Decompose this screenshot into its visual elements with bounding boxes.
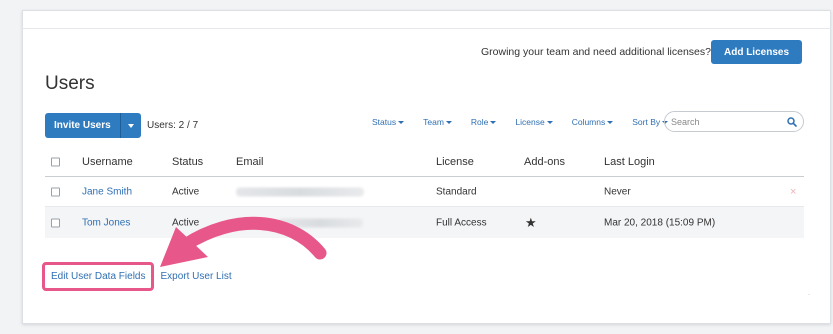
column-email: Email: [236, 156, 264, 168]
column-license: License: [436, 156, 474, 168]
table-row: Jane Smith Active Standard Never ×: [45, 177, 804, 207]
edit-user-data-fields-link[interactable]: Edit User Data Fields: [51, 271, 145, 282]
add-licenses-button[interactable]: Add Licenses: [711, 40, 802, 64]
caret-down-icon: [607, 120, 614, 124]
filter-team[interactable]: Team: [423, 117, 452, 127]
caret-down-icon: [445, 120, 452, 124]
page-title: Users: [45, 73, 95, 94]
top-divider: [22, 28, 831, 29]
invite-options-dropdown[interactable]: [120, 113, 141, 138]
user-status: Active: [172, 186, 200, 197]
chevron-down-icon: [127, 123, 134, 128]
select-all-checkbox[interactable]: [51, 157, 60, 167]
caret-down-icon: [490, 120, 497, 124]
table-header: Username Status Email License Add-ons La…: [45, 148, 804, 177]
column-username: Username: [82, 156, 133, 168]
filter-license[interactable]: License: [515, 117, 553, 127]
filter-sort-by[interactable]: Sort By: [632, 117, 669, 127]
user-license: Full Access: [436, 217, 487, 228]
user-license: Standard: [436, 186, 477, 197]
invite-users-button[interactable]: Invite Users: [45, 113, 121, 138]
caret-down-icon: [546, 120, 553, 124]
column-last-login: Last Login: [604, 156, 655, 168]
username-link[interactable]: Tom Jones: [82, 217, 130, 228]
email-redacted: [236, 187, 364, 196]
column-status: Status: [172, 156, 204, 168]
search-icon[interactable]: [787, 116, 797, 127]
table-actions: Edit User Data Fields Export User List: [42, 262, 232, 291]
row-checkbox[interactable]: [51, 218, 60, 227]
filter-columns[interactable]: Columns: [572, 117, 614, 127]
username-link[interactable]: Jane Smith: [82, 186, 132, 197]
last-login: Mar 20, 2018 (15:09 PM): [604, 217, 716, 228]
filter-role[interactable]: Role: [471, 117, 497, 127]
row-checkbox[interactable]: [51, 187, 60, 196]
export-user-list-link[interactable]: Export User List: [160, 271, 231, 282]
star-icon: ★: [525, 214, 537, 230]
divider: [808, 294, 810, 295]
filter-bar: Status Team Role License Columns Sort By: [372, 117, 669, 127]
license-prompt: Growing your team and need additional li…: [481, 46, 711, 58]
invite-users-split-button: Invite Users: [45, 113, 141, 138]
column-addons: Add-ons: [524, 156, 565, 168]
caret-down-icon: [398, 120, 405, 124]
filter-status[interactable]: Status: [372, 117, 405, 127]
delete-user-icon[interactable]: ×: [790, 186, 796, 198]
highlight-box: Edit User Data Fields: [42, 262, 155, 291]
search-input[interactable]: [671, 116, 787, 127]
users-count: Users: 2 / 7: [147, 120, 199, 131]
search-box: [664, 111, 804, 132]
last-login: Never: [604, 186, 631, 197]
